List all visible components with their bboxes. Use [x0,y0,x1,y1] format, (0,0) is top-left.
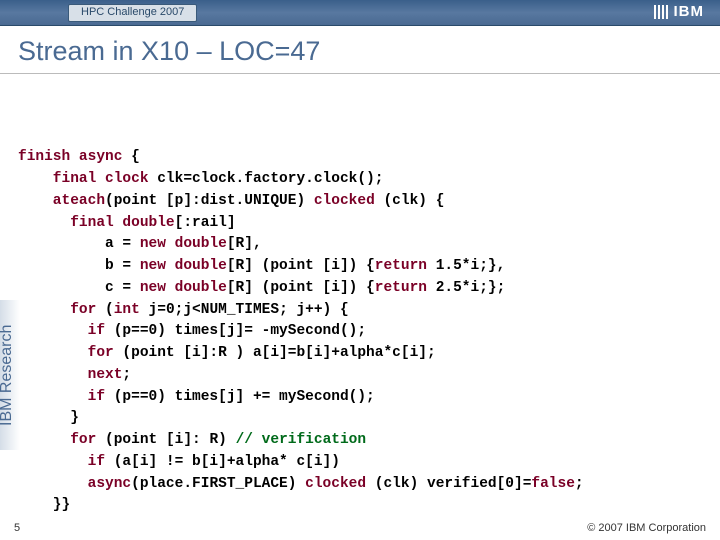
logo-text: IBM [674,3,705,20]
kw: if [18,454,105,470]
kw: final clock [18,171,149,187]
kw: return [375,258,427,274]
kw: new double [140,280,227,296]
side-label: IBM Research [0,300,20,450]
txt: (point [p]:dist.UNIQUE) [105,193,314,209]
txt: (place.FIRST_PLACE) [131,476,305,492]
txt: j=0;j<NUM_TIMES; j++) { [140,302,349,318]
kw: new double [140,258,227,274]
kw: clocked [314,193,375,209]
txt: [R] (point [i]) { [227,280,375,296]
kw: clocked [305,476,366,492]
txt: (point [i]:R ) a[i]=b[i]+alpha*c[i]; [114,345,436,361]
txt: ( [96,302,113,318]
kw: for [18,432,96,448]
txt: (a[i] != b[i]+alpha* c[i]) [105,454,340,470]
kw: if [18,389,105,405]
kw: if [18,323,105,339]
slide-title: Stream in X10 – LOC=47 [18,36,702,67]
kw: return [375,280,427,296]
kw: false [531,476,575,492]
txt: }} [18,497,70,513]
txt: (p==0) times[j] += mySecond(); [105,389,375,405]
txt: clk=clock.factory.clock(); [149,171,384,187]
txt: b = [18,258,140,274]
kw: new double [140,236,227,252]
header-tab: HPC Challenge 2007 [68,4,197,22]
txt: [R], [227,236,262,252]
txt: (clk) verified[0]= [366,476,531,492]
comment: // verification [236,432,367,448]
txt: [R] (point [i]) { [227,258,375,274]
txt: 1.5*i;}, [427,258,505,274]
kw: final double [18,215,175,231]
kw: async [18,476,131,492]
footer: 5 © 2007 IBM Corporation [0,522,720,534]
slide-container: HPC Challenge 2007 IBM Stream in X10 – L… [0,0,720,540]
ibm-logo: IBM [654,3,705,20]
txt: c = [18,280,140,296]
kw: for [18,345,114,361]
kw: for [18,302,96,318]
page-number: 5 [14,522,20,534]
txt: ; [122,367,131,383]
logo-bars-icon [654,5,668,19]
txt: [:rail] [175,215,236,231]
txt: (clk) { [375,193,445,209]
kw: int [114,302,140,318]
header-bar: HPC Challenge 2007 IBM [0,0,720,26]
code-block: finish async { final clock clk=clock.fac… [0,74,720,517]
txt: (p==0) times[j]= -mySecond(); [105,323,366,339]
txt: } [18,410,79,426]
kw: next [18,367,122,383]
txt: a = [18,236,140,252]
txt: (point [i]: R) [96,432,235,448]
title-area: Stream in X10 – LOC=47 [0,26,720,74]
copyright: © 2007 IBM Corporation [587,522,706,534]
txt: { [122,149,139,165]
txt: 2.5*i;}; [427,280,505,296]
txt: ; [575,476,584,492]
kw: ateach [18,193,105,209]
kw: finish async [18,149,122,165]
